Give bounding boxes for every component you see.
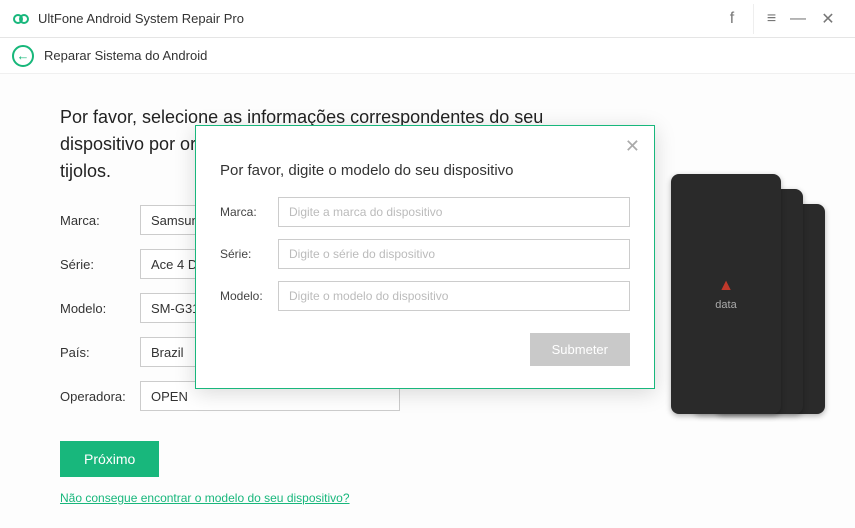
- modal-close-icon[interactable]: ✕: [625, 136, 640, 157]
- modal-row-model: Modelo:: [220, 281, 630, 311]
- label-brand: Marca:: [60, 213, 140, 228]
- breadcrumb-text: Reparar Sistema do Android: [44, 48, 207, 63]
- modal-input-brand[interactable]: [278, 197, 630, 227]
- modal-submit-button[interactable]: Submeter: [530, 333, 630, 366]
- modal-input-model[interactable]: [278, 281, 630, 311]
- label-carrier: Operadora:: [60, 389, 140, 404]
- modal-title: Por favor, digite o modelo do seu dispos…: [220, 162, 630, 179]
- facebook-icon[interactable]: f: [717, 4, 747, 34]
- close-icon[interactable]: ✕: [813, 4, 843, 34]
- app-logo-icon: [12, 10, 30, 28]
- warning-icon: ▲: [718, 277, 734, 295]
- select-country-value: Brazil: [151, 345, 184, 360]
- modal-label-series: Série:: [220, 247, 278, 261]
- modal-row-brand: Marca:: [220, 197, 630, 227]
- label-model: Modelo:: [60, 301, 140, 316]
- device-model-modal: ✕ Por favor, digite o modelo do seu disp…: [195, 125, 655, 389]
- minimize-icon[interactable]: —: [783, 4, 813, 34]
- select-carrier-value: OPEN: [151, 389, 188, 404]
- phone-card: ▲ data: [671, 174, 781, 414]
- modal-label-brand: Marca:: [220, 205, 278, 219]
- breadcrumb: ← Reparar Sistema do Android: [0, 38, 855, 74]
- phone-tag: data: [715, 299, 736, 311]
- titlebar: UltFone Android System Repair Pro f ≡ — …: [0, 0, 855, 38]
- phone-illustration: ▲ data: [645, 174, 825, 454]
- modal-label-model: Modelo:: [220, 289, 278, 303]
- next-button[interactable]: Próximo: [60, 441, 159, 477]
- back-icon[interactable]: ←: [12, 45, 34, 67]
- label-country: País:: [60, 345, 140, 360]
- app-title: UltFone Android System Repair Pro: [38, 11, 244, 26]
- modal-input-series[interactable]: [278, 239, 630, 269]
- modal-row-series: Série:: [220, 239, 630, 269]
- help-link[interactable]: Não consegue encontrar o modelo do seu d…: [60, 491, 815, 505]
- menu-icon[interactable]: ≡: [753, 4, 783, 34]
- label-series: Série:: [60, 257, 140, 272]
